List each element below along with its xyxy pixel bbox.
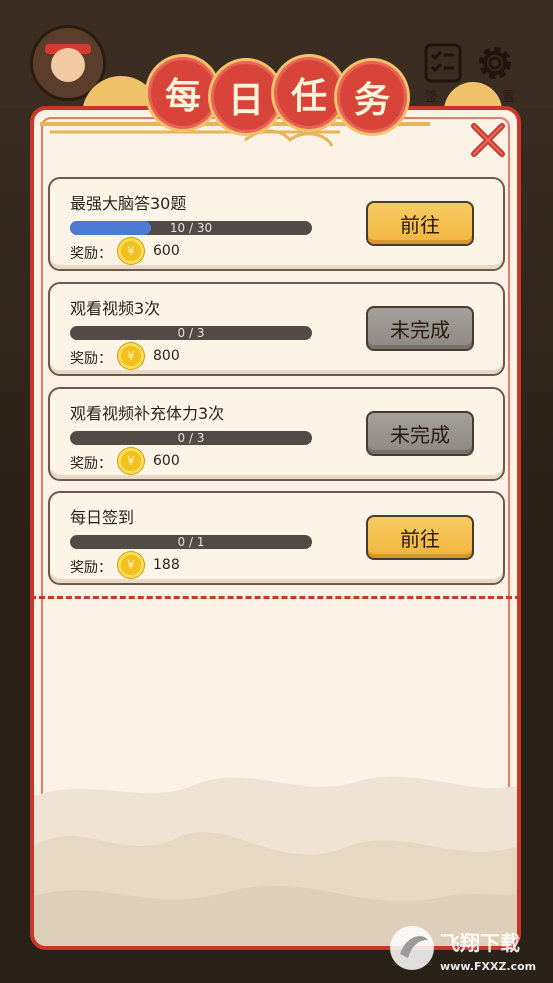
go-button[interactable]: 前往	[366, 515, 474, 560]
incomplete-button[interactable]: 未完成	[366, 306, 474, 351]
task-card: 每日签到 0 / 1 奖励： ¥ 188 前往	[48, 491, 505, 585]
task-progress-bar: 0 / 3	[70, 431, 312, 445]
task-progress-text: 10 / 30	[169, 221, 213, 235]
daily-task-title: 每 日 任 务	[145, 54, 410, 146]
mountain-mist-decoration	[34, 776, 517, 946]
task-progress-text: 0 / 1	[177, 535, 205, 549]
reward-label: 奖励：	[70, 560, 112, 576]
coin-icon: ¥	[118, 552, 144, 578]
task-name: 每日签到	[70, 508, 135, 527]
watermark-logo: 飞翔下载 www.FXXZ.com	[390, 926, 536, 973]
close-button[interactable]	[468, 120, 508, 160]
checklist-icon[interactable]	[422, 42, 464, 84]
task-card: 观看视频补充体力3次 0 / 3 奖励： ¥ 600 未完成	[48, 387, 505, 481]
watermark: 飞翔下载 www.FXXZ.com	[388, 920, 548, 978]
gear-icon-svg	[479, 47, 511, 79]
gear-icon[interactable]	[474, 42, 516, 84]
task-progress-bar: 0 / 1	[70, 535, 312, 549]
title-char-4: 务	[334, 58, 410, 136]
checklist-icon-svg	[424, 43, 462, 83]
watermark-brand: 飞翔下载	[440, 931, 520, 955]
task-progress-text: 0 / 3	[177, 326, 205, 340]
close-icon	[471, 123, 505, 157]
reward-amount: 600	[153, 243, 180, 259]
watermark-url: www.FXXZ.com	[440, 960, 536, 973]
task-progress-bar: 10 / 30	[70, 221, 312, 235]
incomplete-button[interactable]: 未完成	[366, 411, 474, 456]
reward-label: 奖励：	[70, 456, 112, 472]
coin-icon: ¥	[118, 238, 144, 264]
task-name: 观看视频补充体力3次	[70, 404, 225, 423]
task-card: 最强大脑答30题 10 / 30 奖励： ¥ 600 前往	[48, 177, 505, 271]
task-name: 观看视频3次	[70, 299, 161, 318]
task-name: 最强大脑答30题	[70, 194, 187, 213]
reward-amount: 188	[153, 557, 180, 573]
task-progress-text: 0 / 3	[177, 431, 205, 445]
checkin-label: 签	[425, 90, 439, 105]
reward-amount: 800	[153, 348, 180, 364]
settings-label: 置	[502, 90, 516, 105]
reward-label: 奖励：	[70, 246, 112, 262]
reward-label: 奖励：	[70, 351, 112, 367]
avatar-face	[51, 48, 85, 82]
task-card: 观看视频3次 0 / 3 奖励： ¥ 800 未完成	[48, 282, 505, 376]
dashed-divider	[30, 596, 521, 599]
task-progress-bar: 0 / 3	[70, 326, 312, 340]
coin-icon: ¥	[118, 343, 144, 369]
go-button[interactable]: 前往	[366, 201, 474, 246]
reward-amount: 600	[153, 453, 180, 469]
coin-icon: ¥	[118, 448, 144, 474]
